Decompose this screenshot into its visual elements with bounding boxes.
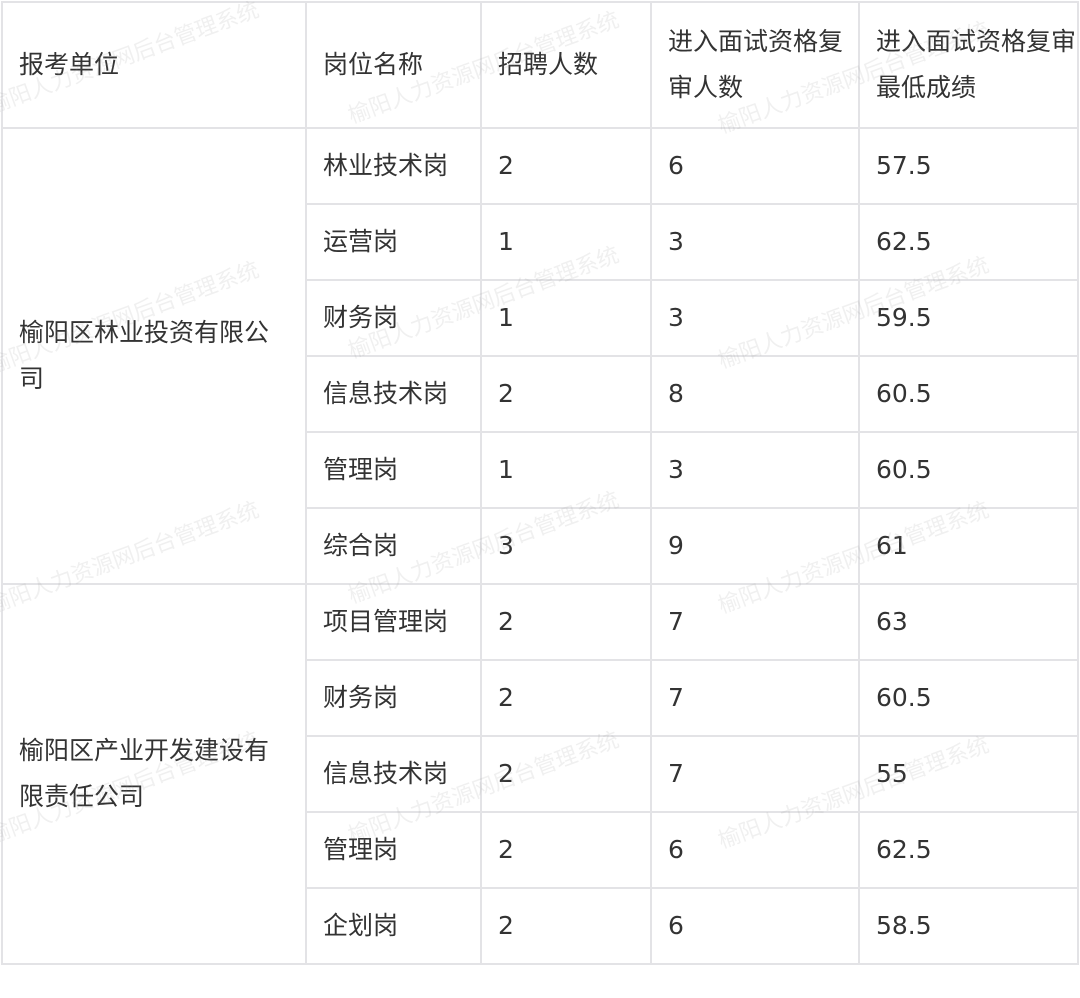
header-review-count: 进入面试资格复审人数 xyxy=(650,1,860,129)
header-row: 报考单位 岗位名称 招聘人数 进入面试资格复审人数 进入面试资格复审最低成绩 xyxy=(1,1,1079,129)
recruitment-table-wrapper: 报考单位 岗位名称 招聘人数 进入面试资格复审人数 进入面试资格复审最低成绩 榆… xyxy=(1,1,1079,965)
position-cell: 项目管理岗 xyxy=(305,583,482,661)
review-count-cell: 6 xyxy=(650,887,860,965)
review-count-cell: 3 xyxy=(650,279,860,357)
hires-cell: 2 xyxy=(480,355,652,433)
review-count-cell: 9 xyxy=(650,507,860,585)
hires-cell: 2 xyxy=(480,583,652,661)
review-count-cell: 8 xyxy=(650,355,860,433)
review-count-cell: 6 xyxy=(650,811,860,889)
position-cell: 林业技术岗 xyxy=(305,127,482,205)
recruitment-table: 报考单位 岗位名称 招聘人数 进入面试资格复审人数 进入面试资格复审最低成绩 榆… xyxy=(1,1,1079,965)
position-cell: 企划岗 xyxy=(305,887,482,965)
min-score-cell: 57.5 xyxy=(858,127,1079,205)
review-count-cell: 3 xyxy=(650,431,860,509)
min-score-cell: 61 xyxy=(858,507,1079,585)
hires-cell: 1 xyxy=(480,203,652,281)
review-count-cell: 7 xyxy=(650,735,860,813)
hires-cell: 1 xyxy=(480,431,652,509)
header-position: 岗位名称 xyxy=(305,1,482,129)
unit-cell: 榆阳区产业开发建设有限责任公司 xyxy=(1,583,307,965)
hires-cell: 2 xyxy=(480,735,652,813)
min-score-cell: 63 xyxy=(858,583,1079,661)
header-min-score: 进入面试资格复审最低成绩 xyxy=(858,1,1079,129)
header-unit: 报考单位 xyxy=(1,1,307,129)
hires-cell: 1 xyxy=(480,279,652,357)
min-score-cell: 59.5 xyxy=(858,279,1079,357)
position-cell: 财务岗 xyxy=(305,659,482,737)
position-cell: 管理岗 xyxy=(305,431,482,509)
min-score-cell: 55 xyxy=(858,735,1079,813)
min-score-cell: 60.5 xyxy=(858,659,1079,737)
min-score-cell: 60.5 xyxy=(858,431,1079,509)
position-cell: 信息技术岗 xyxy=(305,355,482,433)
unit-cell: 榆阳区林业投资有限公司 xyxy=(1,127,307,585)
hires-cell: 2 xyxy=(480,127,652,205)
position-cell: 管理岗 xyxy=(305,811,482,889)
review-count-cell: 3 xyxy=(650,203,860,281)
review-count-cell: 6 xyxy=(650,127,860,205)
min-score-cell: 62.5 xyxy=(858,203,1079,281)
position-cell: 信息技术岗 xyxy=(305,735,482,813)
hires-cell: 2 xyxy=(480,811,652,889)
hires-cell: 2 xyxy=(480,887,652,965)
table-row: 榆阳区产业开发建设有限责任公司 项目管理岗 2 7 63 xyxy=(1,583,1079,965)
review-count-cell: 7 xyxy=(650,659,860,737)
hires-cell: 3 xyxy=(480,507,652,585)
table-row: 榆阳区林业投资有限公司 林业技术岗 2 6 57.5 xyxy=(1,127,1079,585)
position-cell: 运营岗 xyxy=(305,203,482,281)
hires-cell: 2 xyxy=(480,659,652,737)
position-cell: 综合岗 xyxy=(305,507,482,585)
review-count-cell: 7 xyxy=(650,583,860,661)
min-score-cell: 60.5 xyxy=(858,355,1079,433)
min-score-cell: 62.5 xyxy=(858,811,1079,889)
position-cell: 财务岗 xyxy=(305,279,482,357)
header-hires: 招聘人数 xyxy=(480,1,652,129)
min-score-cell: 58.5 xyxy=(858,887,1079,965)
